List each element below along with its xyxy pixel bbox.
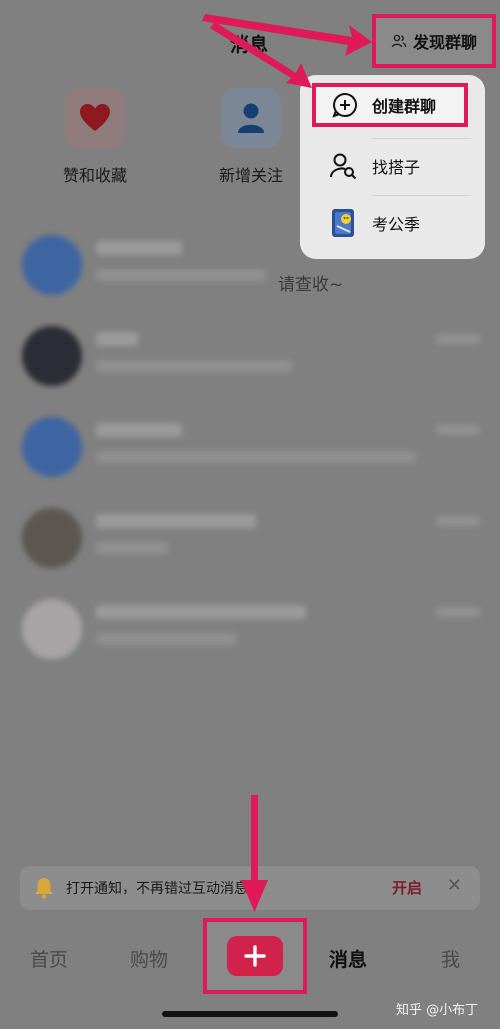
chat-plus-icon xyxy=(330,90,360,120)
close-icon[interactable]: ✕ xyxy=(447,875,462,896)
arrow-to-discover xyxy=(202,14,372,56)
list-item-name xyxy=(96,332,138,346)
avatar xyxy=(22,508,82,568)
list-item-name xyxy=(96,605,306,619)
list-item-preview xyxy=(96,451,416,463)
likes-favorites-entry[interactable]: 赞和收藏 xyxy=(40,88,150,186)
plus-icon xyxy=(244,945,266,967)
list-item[interactable] xyxy=(0,316,500,407)
new-followers-tile xyxy=(221,88,281,148)
list-item-name xyxy=(96,241,182,255)
notification-text: 打开通知，不再错过互动消息 xyxy=(66,881,248,897)
new-followers-label: 新增关注 xyxy=(218,166,283,185)
watermark: 知乎 @小布丁 xyxy=(396,1003,479,1018)
notification-banner: 打开通知，不再错过互动消息 开启 ✕ xyxy=(20,866,480,910)
notebook-icon xyxy=(328,208,358,238)
list-item-preview xyxy=(96,542,168,554)
list-item-name xyxy=(96,514,256,528)
list-item[interactable] xyxy=(0,407,500,498)
list-item-time xyxy=(436,425,480,435)
tab-me[interactable]: 我 xyxy=(441,945,460,972)
avatar xyxy=(22,599,82,659)
list-item-preview xyxy=(96,633,236,645)
people-icon xyxy=(391,34,407,48)
plus-dropdown-menu: 创建群聊 找搭子 考公季 xyxy=(300,75,485,259)
exam-season-label: 考公季 xyxy=(372,215,421,234)
person-search-icon xyxy=(328,151,358,181)
list-item-preview xyxy=(96,360,292,372)
tab-shop[interactable]: 购物 xyxy=(130,945,168,972)
home-indicator xyxy=(162,1011,338,1017)
bell-icon xyxy=(34,877,56,899)
new-followers-entry[interactable]: 新增关注 xyxy=(196,88,306,186)
list-item-time xyxy=(436,516,480,526)
list-item-preview xyxy=(96,269,266,281)
app-screen: 消息 发现群聊 赞和收藏 新增关注 请查收~ 创建群聊 找搭子 考公季 打开通知… xyxy=(0,0,500,1029)
likes-favorites-label: 赞和收藏 xyxy=(62,166,127,185)
message-preview-text: 请查收~ xyxy=(278,275,344,295)
avatar xyxy=(22,417,82,477)
list-item-name xyxy=(96,423,182,437)
list-item[interactable] xyxy=(0,498,500,589)
enable-notification-button[interactable]: 开启 xyxy=(392,877,422,898)
heart-icon xyxy=(80,104,110,131)
page-title: 消息 xyxy=(230,34,269,56)
avatar xyxy=(22,326,82,386)
tab-messages[interactable]: 消息 xyxy=(329,945,367,972)
tab-home[interactable]: 首页 xyxy=(30,945,68,972)
add-button[interactable] xyxy=(227,936,283,976)
find-partner-label: 找搭子 xyxy=(372,158,421,177)
create-group-chat-item[interactable]: 创建群聊 xyxy=(312,83,468,127)
message-list xyxy=(0,225,500,680)
person-icon xyxy=(238,103,264,133)
list-item[interactable] xyxy=(0,589,500,680)
avatar xyxy=(22,235,82,295)
find-partner-item[interactable]: 找搭子 xyxy=(300,138,485,194)
menu-divider xyxy=(372,138,471,139)
discover-groups-label: 发现群聊 xyxy=(412,33,477,52)
add-button-highlight xyxy=(203,918,307,994)
list-item-time xyxy=(436,607,480,617)
create-group-chat-label: 创建群聊 xyxy=(372,97,437,116)
likes-favorites-tile xyxy=(65,88,125,148)
exam-season-item[interactable]: 考公季 xyxy=(300,195,485,251)
list-item-time xyxy=(436,334,480,344)
discover-groups-button[interactable]: 发现群聊 xyxy=(372,14,496,68)
